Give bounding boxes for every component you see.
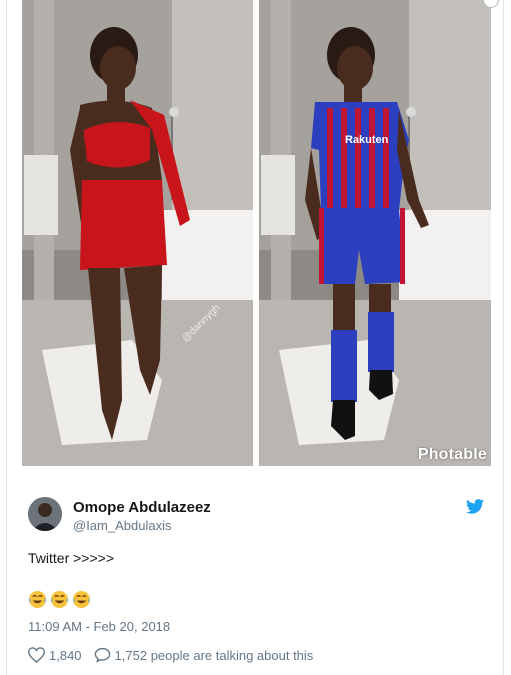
avatar[interactable] bbox=[28, 497, 62, 531]
conversation-link[interactable]: 1,752 people are talking about this bbox=[115, 648, 314, 663]
jersey-sponsor: Rakuten bbox=[345, 134, 389, 146]
author-name[interactable]: Omope Abdulazeez bbox=[73, 499, 211, 516]
heart-icon[interactable] bbox=[28, 647, 45, 663]
card-border-right bbox=[503, 0, 504, 675]
tweet-emojis bbox=[28, 590, 91, 609]
tweet-text: Twitter >>>>> bbox=[28, 550, 114, 566]
tweet-media[interactable]: @dannygh Rakuten Photable bbox=[22, 0, 491, 468]
like-count[interactable]: 1,840 bbox=[49, 648, 82, 663]
author-handle[interactable]: @Iam_Abdulaxis bbox=[73, 518, 171, 533]
photo-original[interactable]: @dannygh bbox=[22, 0, 253, 466]
tweet-timestamp[interactable]: 11:09 AM - Feb 20, 2018 bbox=[28, 619, 170, 634]
face-with-tears-of-joy-icon bbox=[50, 590, 69, 609]
speech-bubble-icon[interactable] bbox=[94, 647, 111, 663]
twitter-bird-icon[interactable] bbox=[466, 499, 484, 514]
face-with-tears-of-joy-icon bbox=[72, 590, 91, 609]
tweet-actions: 1,840 1,752 people are talking about thi… bbox=[28, 647, 313, 663]
photo-edited[interactable]: Rakuten Photable bbox=[259, 0, 491, 466]
photable-watermark: Photable bbox=[417, 446, 487, 463]
card-border-left bbox=[6, 0, 7, 675]
face-with-tears-of-joy-icon bbox=[28, 590, 47, 609]
